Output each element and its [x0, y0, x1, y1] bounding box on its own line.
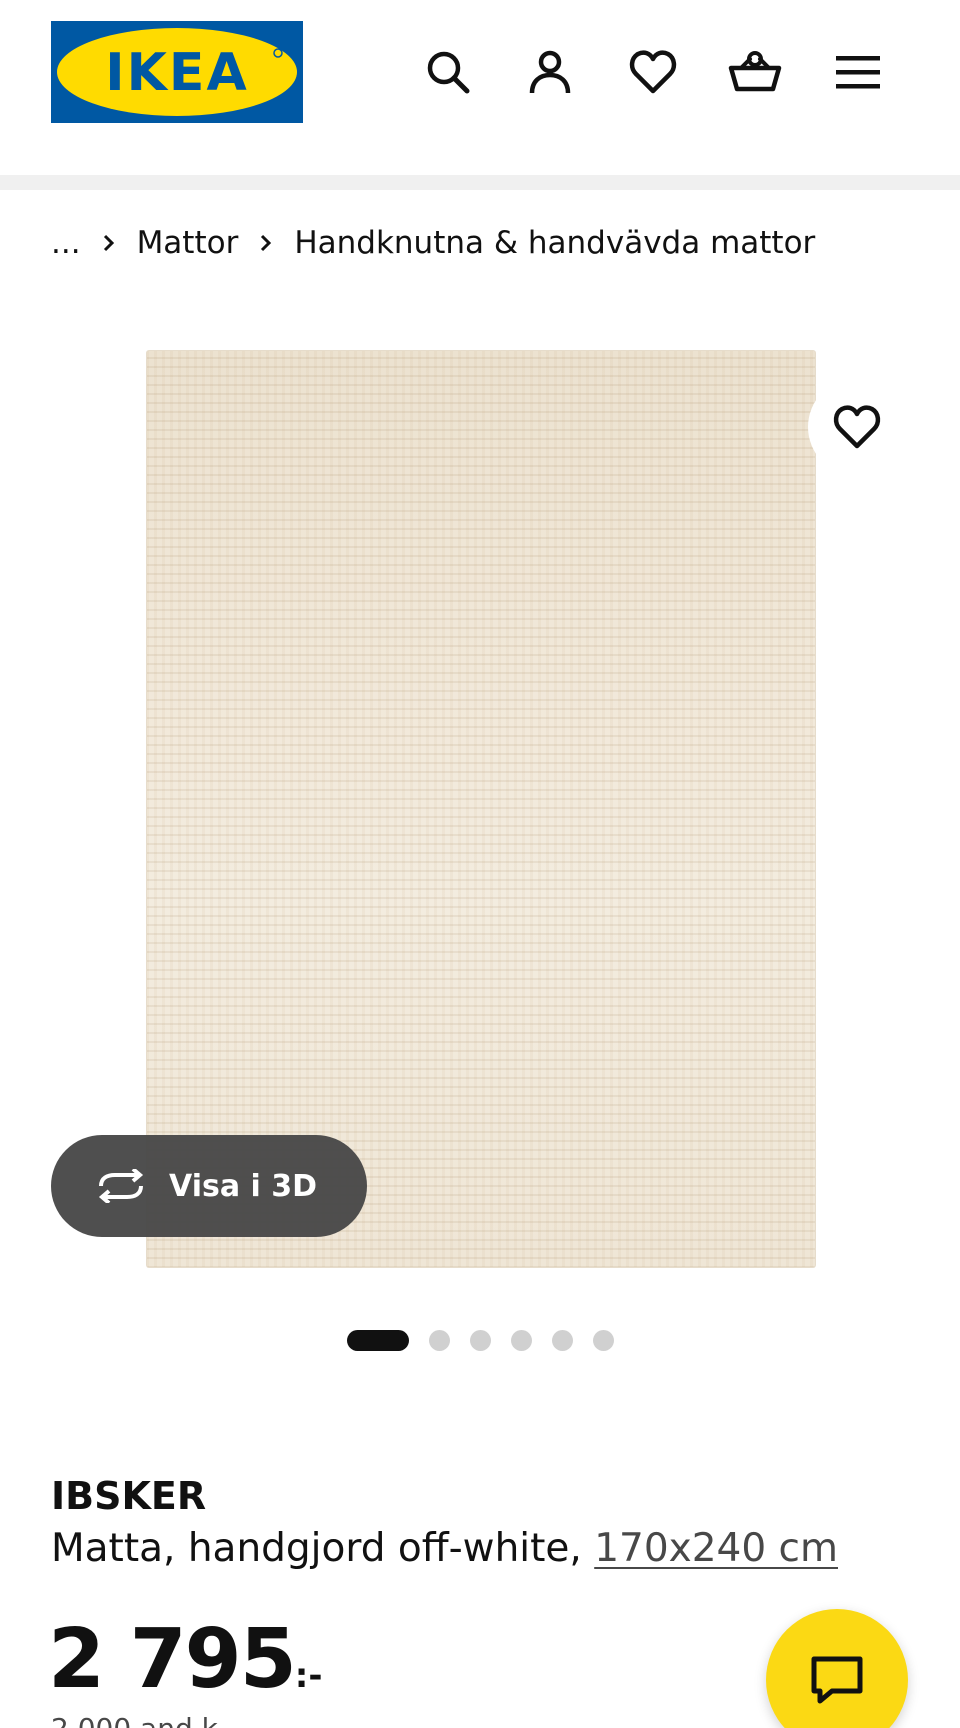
heart-icon: [833, 405, 881, 449]
product-page: IKEA ... Mattor Handknutna & handvävda m…: [0, 0, 960, 1728]
menu-button[interactable]: [830, 44, 886, 100]
gallery-dot-6[interactable]: [593, 1329, 614, 1351]
product-price: 2 795:-: [48, 1610, 323, 1726]
site-header: IKEA: [0, 0, 960, 175]
breadcrumb-item-handknutna[interactable]: Handknutna & handvävda mattor: [294, 225, 815, 261]
product-name: IBSKER: [51, 1474, 207, 1518]
gallery-dot-4[interactable]: [511, 1329, 532, 1351]
ikea-logo[interactable]: IKEA: [51, 21, 303, 123]
view-in-3d-label: Visa i 3D: [169, 1168, 318, 1204]
breadcrumb-item-more[interactable]: ...: [51, 225, 81, 261]
rotate-3d-icon: [95, 1169, 147, 1203]
price-amount: 2 795: [48, 1612, 297, 1707]
chat-bubble-icon: [811, 1656, 863, 1704]
search-button[interactable]: [420, 44, 476, 100]
gallery-dot-3[interactable]: [470, 1329, 491, 1351]
gallery-pagination: [347, 1329, 634, 1351]
price-suffix: :-: [294, 1656, 323, 1696]
basket-icon: [728, 51, 782, 92]
hamburger-menu-icon: [836, 56, 880, 89]
view-in-3d-button[interactable]: Visa i 3D: [51, 1135, 367, 1237]
gallery-dot-1[interactable]: [347, 1329, 409, 1351]
favourites-button[interactable]: [625, 44, 681, 100]
product-image-rug: [146, 350, 816, 1268]
price-subline: 2 000 and k: [51, 1712, 218, 1728]
gallery-dot-2[interactable]: [429, 1329, 450, 1351]
profile-button[interactable]: [522, 44, 578, 100]
cart-button[interactable]: [727, 44, 783, 100]
breadcrumb-item-mattor[interactable]: Mattor: [137, 225, 239, 261]
product-description-text: Matta, handgjord off-white,: [51, 1526, 595, 1571]
chevron-right-icon: [81, 233, 137, 253]
chat-button[interactable]: [766, 1609, 908, 1728]
ikea-logo-mark: IKEA: [51, 21, 303, 123]
product-description: Matta, handgjord off-white, 170x240 cm: [51, 1526, 838, 1571]
breadcrumb: ... Mattor Handknutna & handvävda mattor: [51, 218, 815, 268]
heart-icon: [629, 50, 677, 94]
product-size-link[interactable]: 170x240 cm: [594, 1526, 838, 1571]
product-image-gallery[interactable]: Visa i 3D: [0, 330, 960, 1290]
person-icon: [529, 50, 571, 94]
gallery-dot-5[interactable]: [552, 1329, 573, 1351]
header-divider: [0, 175, 960, 190]
add-to-favourites-button[interactable]: [808, 378, 906, 476]
logo-text: IKEA: [105, 43, 248, 103]
chevron-right-icon: [238, 233, 294, 253]
search-icon: [427, 51, 470, 94]
